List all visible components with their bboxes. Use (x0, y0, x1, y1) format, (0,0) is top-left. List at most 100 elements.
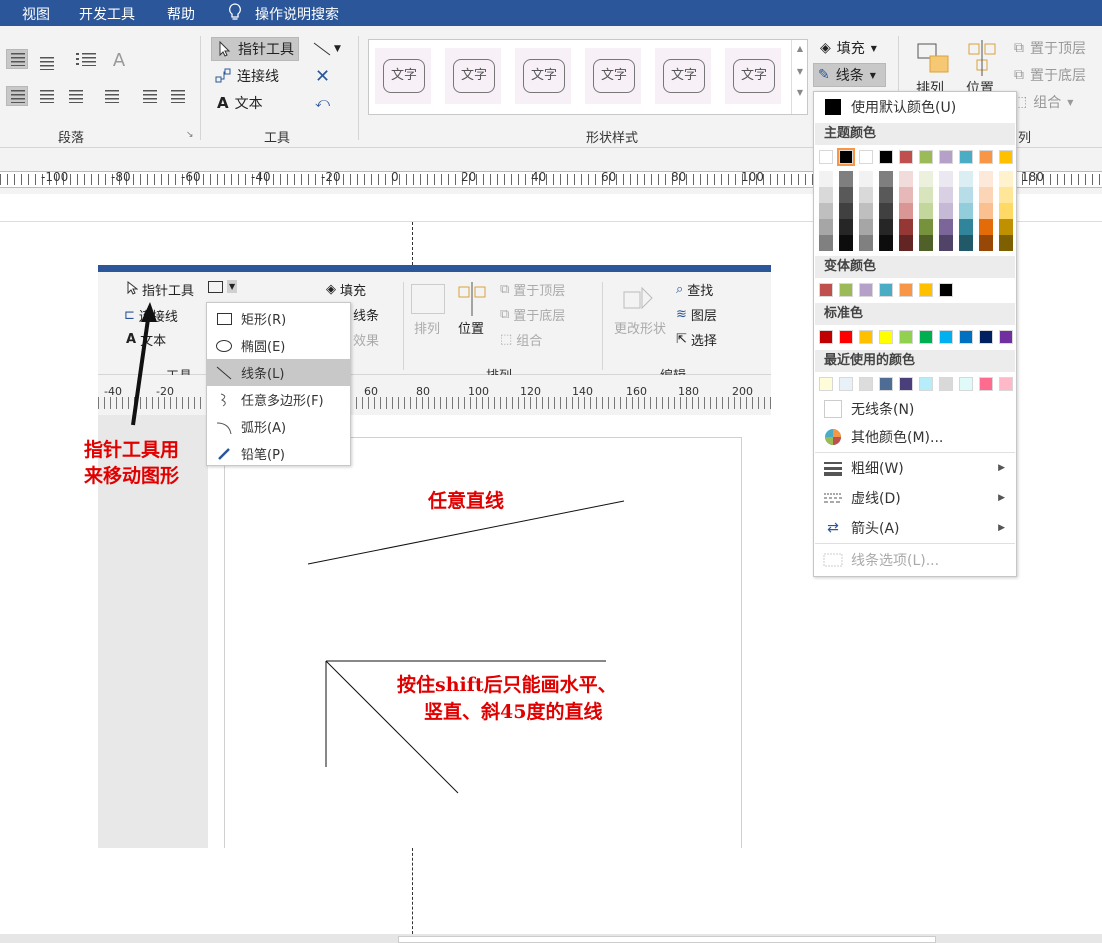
recent-color-swatch[interactable] (919, 377, 933, 391)
theme-shade-swatch[interactable] (939, 219, 953, 235)
theme-color-swatch[interactable] (979, 150, 993, 164)
variant-color-swatch[interactable] (839, 283, 853, 297)
theme-shade-swatch[interactable] (919, 203, 933, 219)
theme-shade-swatch[interactable] (979, 171, 993, 187)
theme-shade-swatch[interactable] (939, 187, 953, 203)
standard-color-swatch[interactable] (879, 330, 893, 344)
theme-shade-swatch[interactable] (839, 235, 853, 251)
recent-color-swatch[interactable] (939, 377, 953, 391)
theme-shade-swatch[interactable] (879, 187, 893, 203)
more-colors-item[interactable]: 其他颜色(M)... (815, 424, 1015, 450)
standard-color-swatch[interactable] (939, 330, 953, 344)
theme-shade-swatch[interactable] (839, 171, 853, 187)
theme-shade-swatch[interactable] (859, 187, 873, 203)
standard-color-swatch[interactable] (839, 330, 853, 344)
theme-shade-swatch[interactable] (979, 219, 993, 235)
color-wheel-icon (815, 428, 851, 446)
theme-shade-swatch[interactable] (919, 219, 933, 235)
theme-shade-swatch[interactable] (879, 203, 893, 219)
variant-color-swatch[interactable] (919, 283, 933, 297)
theme-color-swatch[interactable] (939, 150, 953, 164)
theme-color-swatch[interactable] (959, 150, 973, 164)
theme-shade-swatch[interactable] (999, 171, 1013, 187)
theme-shade-swatch[interactable] (899, 235, 913, 251)
theme-shade-swatch[interactable] (819, 235, 833, 251)
variant-color-swatch[interactable] (899, 283, 913, 297)
theme-shade-swatch[interactable] (959, 203, 973, 219)
theme-shade-swatch[interactable] (959, 219, 973, 235)
standard-color-swatch[interactable] (899, 330, 913, 344)
theme-shade-swatch[interactable] (919, 171, 933, 187)
line-options-item[interactable]: 线条选项(L)... (815, 547, 1015, 573)
annotation-pointer-note: 指针工具用 来移动图形 (84, 437, 179, 489)
theme-shade-swatch[interactable] (979, 235, 993, 251)
theme-shade-swatch[interactable] (959, 187, 973, 203)
recent-color-swatch[interactable] (819, 377, 833, 391)
theme-shade-swatch[interactable] (939, 171, 953, 187)
theme-color-swatch[interactable] (999, 150, 1013, 164)
theme-shade-swatch[interactable] (959, 171, 973, 187)
standard-color-swatch[interactable] (859, 330, 873, 344)
theme-color-swatch[interactable] (859, 150, 873, 164)
no-line-label: 无线条(N) (851, 402, 915, 418)
empty-swatch-icon (824, 400, 842, 418)
theme-shade-swatch[interactable] (919, 187, 933, 203)
theme-shade-swatch[interactable] (899, 203, 913, 219)
variant-color-swatch[interactable] (879, 283, 893, 297)
recent-color-swatch[interactable] (839, 377, 853, 391)
arrow-item[interactable]: ⇄ 箭头(A) ▶ (815, 515, 1015, 541)
theme-shade-swatch[interactable] (839, 219, 853, 235)
theme-color-swatch[interactable] (919, 150, 933, 164)
theme-shade-swatch[interactable] (899, 187, 913, 203)
theme-shade-swatch[interactable] (879, 171, 893, 187)
standard-color-swatch[interactable] (819, 330, 833, 344)
recent-color-swatch[interactable] (999, 377, 1013, 391)
standard-color-swatch[interactable] (919, 330, 933, 344)
standard-color-swatch[interactable] (959, 330, 973, 344)
theme-shade-swatch[interactable] (919, 235, 933, 251)
theme-shade-swatch[interactable] (879, 235, 893, 251)
theme-shade-swatch[interactable] (979, 203, 993, 219)
recent-color-swatch[interactable] (959, 377, 973, 391)
theme-shade-swatch[interactable] (819, 219, 833, 235)
no-line-item[interactable]: 无线条(N) (815, 396, 1015, 422)
weight-item[interactable]: 粗细(W) ▶ (815, 455, 1015, 481)
recent-color-swatch[interactable] (879, 377, 893, 391)
arrow-label: 箭头(A) (851, 521, 900, 537)
theme-shade-swatch[interactable] (819, 187, 833, 203)
theme-shade-swatch[interactable] (999, 235, 1013, 251)
theme-shade-swatch[interactable] (999, 203, 1013, 219)
variant-color-swatch[interactable] (859, 283, 873, 297)
recent-color-swatch[interactable] (859, 377, 873, 391)
theme-shade-swatch[interactable] (859, 203, 873, 219)
theme-shade-swatch[interactable] (859, 235, 873, 251)
default-color-item[interactable]: 使用默认颜色(U) (815, 94, 1015, 120)
theme-color-swatch[interactable] (819, 150, 833, 164)
recent-color-swatch[interactable] (979, 377, 993, 391)
theme-shade-swatch[interactable] (859, 219, 873, 235)
theme-shade-swatch[interactable] (899, 171, 913, 187)
theme-shade-swatch[interactable] (819, 203, 833, 219)
recent-color-swatch[interactable] (899, 377, 913, 391)
theme-shade-swatch[interactable] (939, 203, 953, 219)
theme-shade-swatch[interactable] (839, 203, 853, 219)
theme-shade-swatch[interactable] (859, 171, 873, 187)
theme-shade-swatch[interactable] (999, 187, 1013, 203)
theme-color-swatch[interactable] (879, 150, 893, 164)
theme-shade-swatch[interactable] (979, 187, 993, 203)
variant-color-swatch[interactable] (819, 283, 833, 297)
theme-color-swatch[interactable] (899, 150, 913, 164)
theme-shade-swatch[interactable] (819, 171, 833, 187)
standard-color-swatch[interactable] (999, 330, 1013, 344)
theme-shade-swatch[interactable] (959, 235, 973, 251)
theme-shade-swatch[interactable] (999, 219, 1013, 235)
theme-shade-swatch[interactable] (839, 187, 853, 203)
theme-shade-swatch[interactable] (939, 235, 953, 251)
theme-shade-swatch[interactable] (899, 219, 913, 235)
dash-item[interactable]: 虚线(D) ▶ (815, 485, 1015, 511)
annotation-line: 按住shift后只能画水平、 (397, 674, 617, 696)
theme-color-swatch[interactable] (837, 148, 855, 166)
theme-shade-swatch[interactable] (879, 219, 893, 235)
standard-color-swatch[interactable] (979, 330, 993, 344)
variant-color-swatch[interactable] (939, 283, 953, 297)
